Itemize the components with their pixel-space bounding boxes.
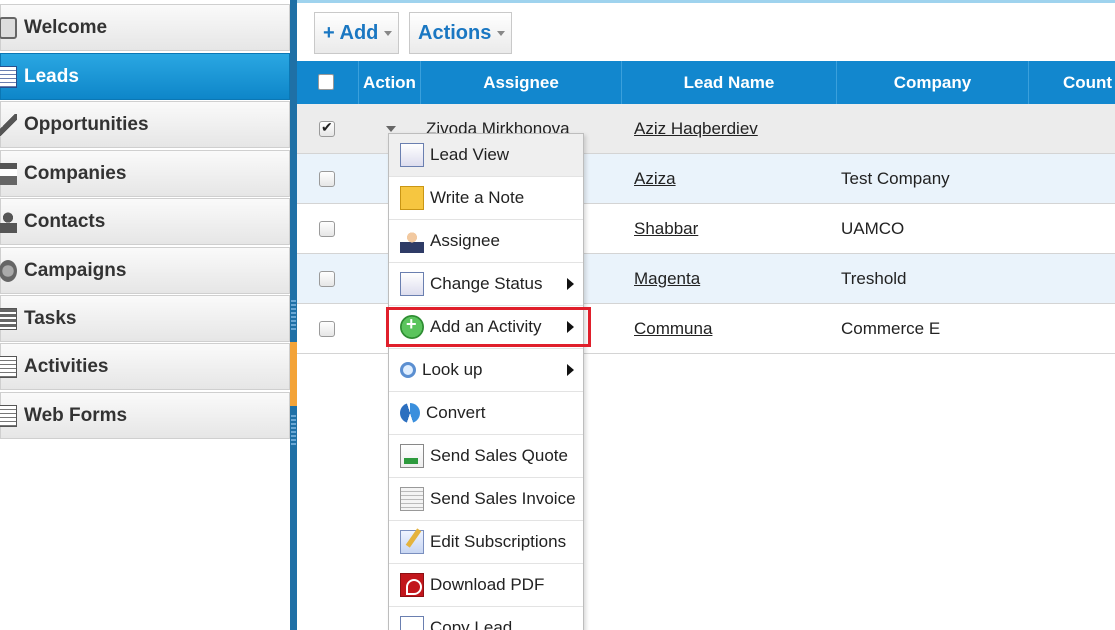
- copy-lead-icon: [400, 616, 424, 630]
- menu-item-label: Edit Subscriptions: [430, 532, 567, 551]
- column-header-action[interactable]: Action: [359, 61, 421, 104]
- edit-subscriptions-icon: [400, 530, 424, 554]
- pdf-icon: [400, 573, 424, 597]
- chevron-down-icon: [497, 30, 506, 36]
- sidebar-item-companies[interactable]: Companies: [0, 150, 290, 197]
- menu-item-label: Change Status: [430, 274, 543, 293]
- menu-item-label: Write a Note: [430, 188, 525, 207]
- sidebar-item-label: Web Forms: [24, 404, 128, 426]
- campaigns-icon: [0, 259, 17, 282]
- lead-name-link[interactable]: Magenta: [634, 254, 700, 304]
- leads-icon: [0, 65, 17, 88]
- menu-item-label: Look up: [422, 360, 483, 379]
- table-header: Action Assignee Lead Name Company Count: [297, 61, 1115, 104]
- change-status-icon: [400, 272, 424, 296]
- company-cell: Treshold: [841, 269, 907, 288]
- sidebar-item-label: Activities: [24, 355, 109, 377]
- row-action-dropdown-icon[interactable]: [386, 126, 396, 132]
- actions-button-label: Actions: [418, 21, 492, 44]
- column-header-lead-name[interactable]: Lead Name: [622, 61, 837, 104]
- menu-item-label: Download PDF: [430, 575, 545, 594]
- menu-item-label: Lead View: [430, 145, 510, 164]
- lead-view-icon: [400, 143, 424, 167]
- sidebar-splitter[interactable]: [290, 0, 297, 630]
- web-forms-icon: [0, 404, 17, 427]
- submenu-arrow-icon: [567, 364, 574, 376]
- activities-icon: [0, 355, 17, 378]
- menu-item-copy-lead[interactable]: Copy Lead: [389, 607, 583, 630]
- menu-item-send-sales-invoice[interactable]: Send Sales Invoice: [389, 478, 583, 521]
- sidebar-item-label: Contacts: [24, 210, 106, 232]
- collapse-sidebar-handle[interactable]: [290, 342, 297, 406]
- lookup-icon: [400, 362, 416, 378]
- splitter-grip: [291, 300, 296, 330]
- lead-name-link[interactable]: Communa: [634, 304, 712, 354]
- menu-item-label: Send Sales Invoice: [430, 489, 576, 508]
- row-checkbox[interactable]: [319, 321, 335, 337]
- menu-item-label: Convert: [426, 403, 486, 422]
- menu-item-convert[interactable]: Convert: [389, 392, 583, 435]
- sidebar-item-label: Campaigns: [24, 259, 127, 281]
- sidebar-item-tasks[interactable]: Tasks: [0, 295, 290, 342]
- column-header-country[interactable]: Count: [1029, 61, 1115, 104]
- menu-item-look-up[interactable]: Look up: [389, 349, 583, 392]
- sidebar-item-campaigns[interactable]: Campaigns: [0, 247, 290, 294]
- tasks-icon: [0, 307, 17, 330]
- select-all-checkbox[interactable]: [318, 74, 334, 90]
- top-border: [297, 0, 1115, 3]
- sidebar-item-activities[interactable]: Activities: [0, 343, 290, 390]
- menu-item-label: Send Sales Quote: [430, 446, 568, 465]
- menu-item-download-pdf[interactable]: Download PDF: [389, 564, 583, 607]
- sales-invoice-icon: [400, 487, 424, 511]
- menu-item-lead-view[interactable]: Lead View: [389, 134, 583, 177]
- note-icon: [400, 186, 424, 210]
- select-all-header: [297, 61, 359, 104]
- column-header-assignee[interactable]: Assignee: [421, 61, 622, 104]
- sales-quote-icon: [400, 444, 424, 468]
- actions-button[interactable]: Actions: [409, 12, 512, 54]
- lead-name-link[interactable]: Aziza: [634, 154, 676, 204]
- lead-name-link[interactable]: Shabbar: [634, 204, 698, 254]
- sidebar-item-label: Welcome: [24, 16, 108, 38]
- add-button[interactable]: + Add: [314, 12, 399, 54]
- row-checkbox[interactable]: [319, 119, 335, 137]
- add-button-label: + Add: [323, 21, 379, 44]
- sidebar-item-contacts[interactable]: Contacts: [0, 198, 290, 245]
- menu-item-label: Assignee: [430, 231, 500, 250]
- welcome-icon: [0, 16, 17, 39]
- menu-item-edit-subscriptions[interactable]: Edit Subscriptions: [389, 521, 583, 564]
- menu-item-change-status[interactable]: Change Status: [389, 263, 583, 306]
- company-cell: Test Company: [841, 169, 950, 188]
- sidebar-item-leads[interactable]: Leads: [0, 53, 290, 100]
- company-cell: Commerce E: [841, 319, 941, 338]
- row-checkbox[interactable]: [319, 171, 335, 187]
- submenu-arrow-icon: [567, 278, 574, 290]
- menu-item-assignee[interactable]: Assignee: [389, 220, 583, 263]
- sidebar-item-label: Companies: [24, 162, 127, 184]
- sidebar-item-label: Tasks: [24, 307, 77, 329]
- sidebar-item-label: Leads: [24, 65, 79, 87]
- row-action-menu: Lead View Write a Note Assignee Change S…: [388, 133, 584, 630]
- opportunities-icon: [0, 113, 17, 136]
- sidebar-item-welcome[interactable]: Welcome: [0, 4, 290, 51]
- row-checkbox[interactable]: [319, 221, 335, 237]
- menu-item-label: Copy Lead: [430, 618, 513, 630]
- sidebar-item-web-forms[interactable]: Web Forms: [0, 392, 290, 439]
- sidebar-item-opportunities[interactable]: Opportunities: [0, 101, 290, 148]
- menu-item-send-sales-quote[interactable]: Send Sales Quote: [389, 435, 583, 478]
- sidebar-item-label: Opportunities: [24, 113, 149, 135]
- row-checkbox[interactable]: [319, 271, 335, 287]
- assignee-icon: [400, 229, 424, 253]
- sidebar: Welcome Leads Opportunities Companies Co…: [0, 0, 290, 630]
- lead-name-link[interactable]: Aziz Haqberdiev: [634, 104, 758, 154]
- company-cell: UAMCO: [841, 219, 905, 238]
- column-header-company[interactable]: Company: [837, 61, 1029, 104]
- companies-icon: [0, 162, 17, 185]
- contacts-icon: [0, 210, 17, 233]
- splitter-grip: [291, 415, 296, 445]
- chevron-down-icon: [384, 30, 393, 36]
- menu-item-write-note[interactable]: Write a Note: [389, 177, 583, 220]
- convert-icon: [400, 403, 420, 423]
- highlight-box: [386, 307, 591, 347]
